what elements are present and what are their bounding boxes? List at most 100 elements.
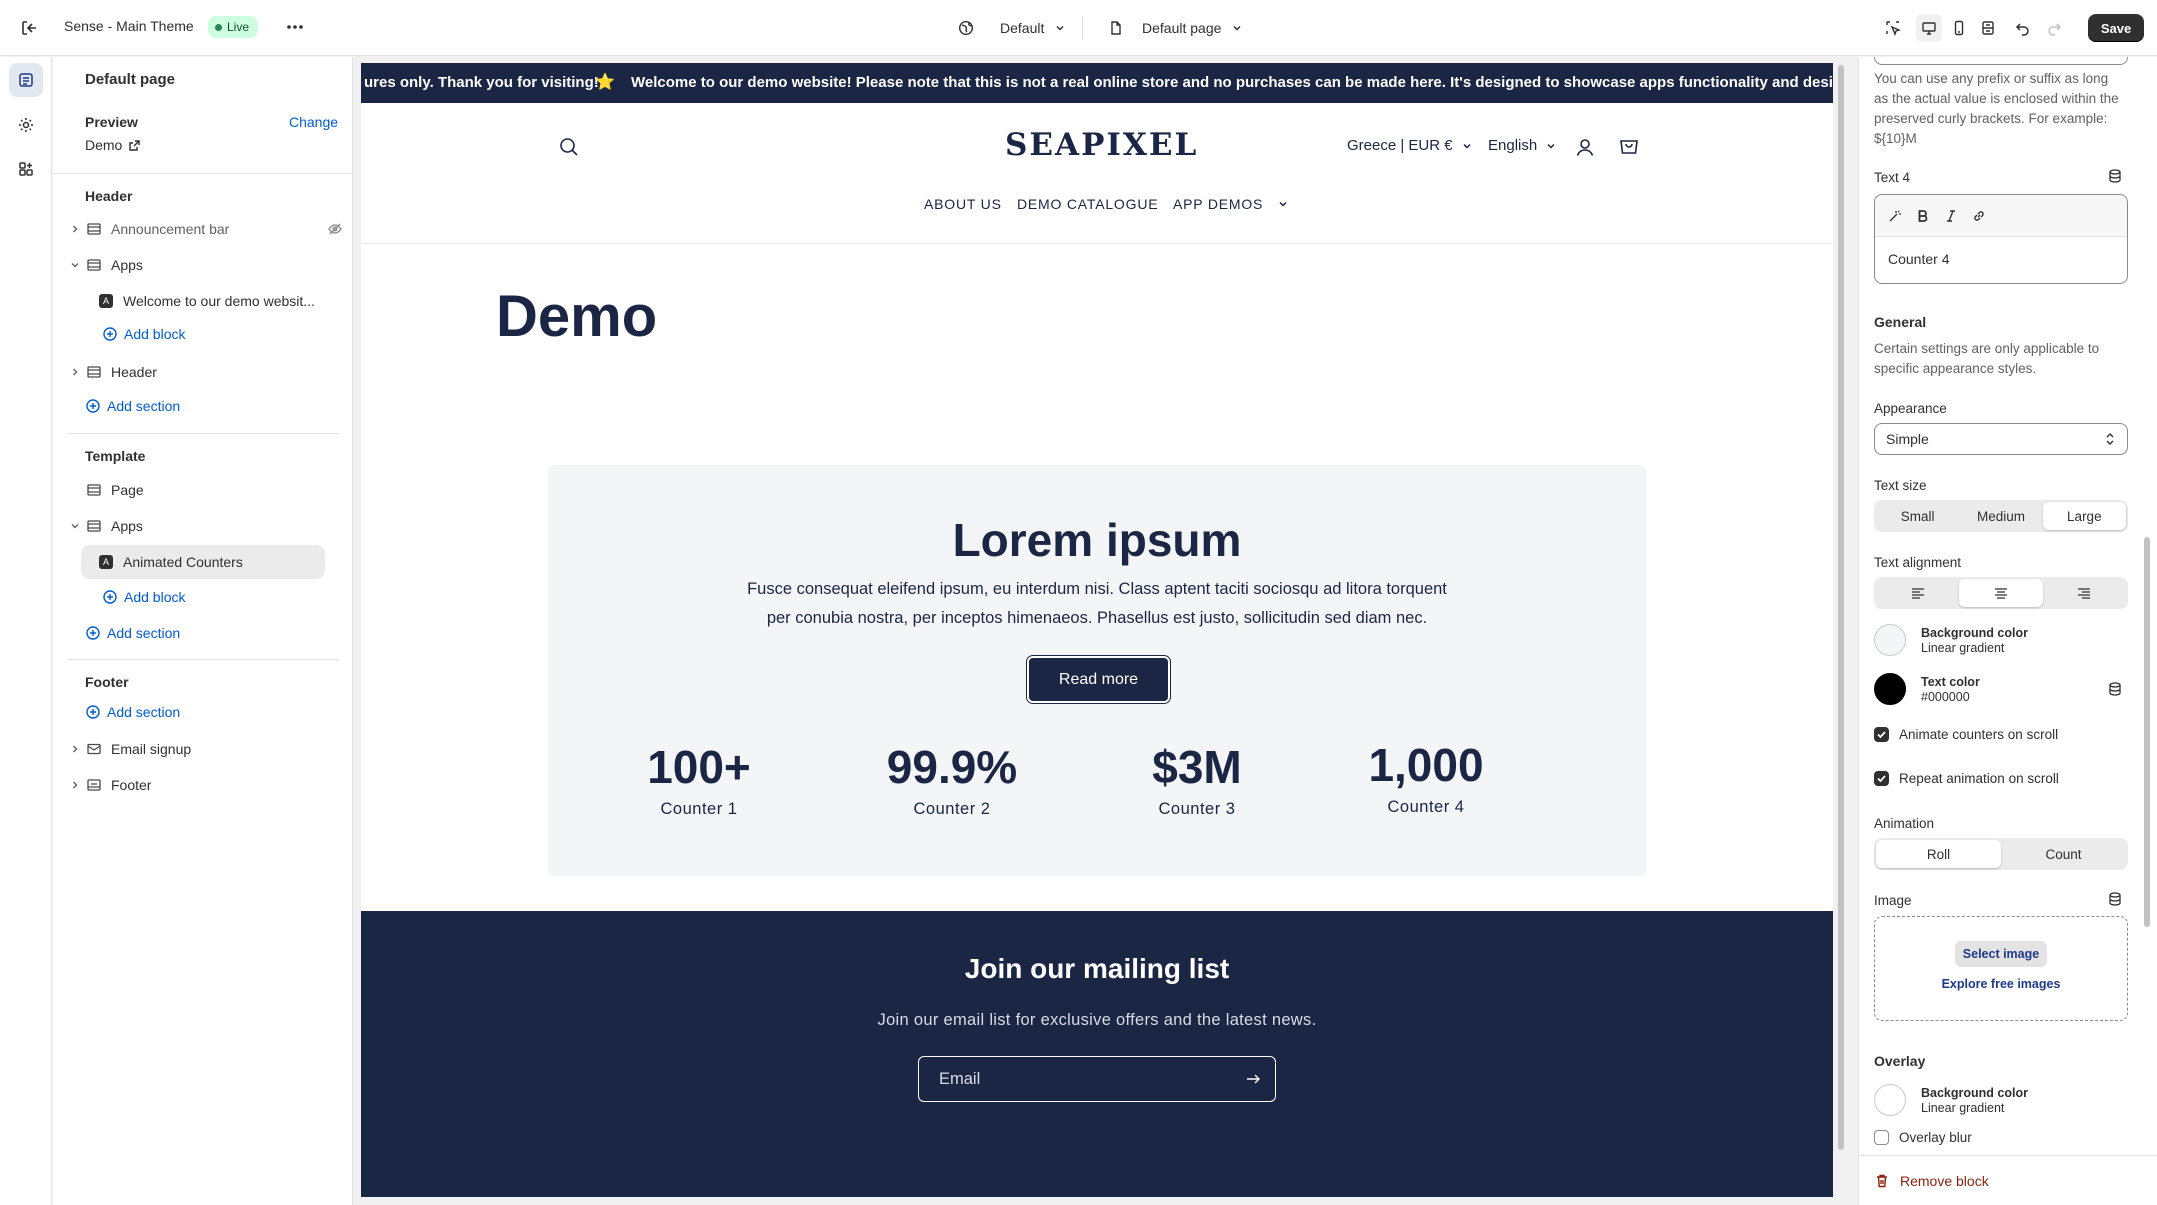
language-selector[interactable]: English (1488, 137, 1557, 154)
select-image-button[interactable]: Select image (1955, 941, 2047, 967)
chevron-right-icon[interactable] (67, 367, 83, 377)
link-icon[interactable] (1971, 208, 1987, 224)
announcement-bar[interactable]: ures only. Thank you for visiting! ⭐ Wel… (361, 63, 1833, 103)
account-icon[interactable] (1574, 136, 1596, 158)
chevron-right-icon[interactable] (67, 780, 83, 790)
redo-icon[interactable] (2041, 14, 2067, 42)
repeat-animation-checkbox[interactable]: Repeat animation on scroll (1874, 771, 2059, 786)
more-actions-icon[interactable] (284, 16, 306, 38)
text-4-value[interactable]: Counter 4 (1888, 251, 1949, 267)
counter-label: Counter 2 (913, 800, 991, 818)
sidebar-title: Default page (85, 71, 176, 88)
text-size-medium[interactable]: Medium (1959, 502, 2042, 530)
background-color-label: Background color Linear gradient (1921, 626, 2028, 656)
nav-app-demos-label: APP DEMOS (1173, 196, 1264, 212)
scrollbar-thumb[interactable] (1838, 65, 1844, 1150)
exit-icon[interactable] (18, 17, 40, 39)
text-size-small[interactable]: Small (1876, 502, 1959, 530)
apps-icon[interactable] (9, 152, 43, 186)
sidebar-item-email-signup[interactable]: Email signup (67, 732, 337, 766)
settings-scrollbar-thumb[interactable] (2144, 537, 2150, 927)
sidebar-item-apps-template[interactable]: Apps (67, 509, 337, 543)
theme-selector[interactable]: Default (958, 16, 1066, 40)
dynamic-source-icon[interactable] (2107, 681, 2123, 697)
text-size-large[interactable]: Large (2042, 502, 2126, 530)
animated-counters-block[interactable]: Lorem ipsum Fusce consequat eleifend ips… (548, 465, 1646, 876)
read-more-button[interactable]: Read more (1027, 656, 1170, 703)
divider (67, 659, 339, 660)
background-color-title: Background color (1921, 626, 2028, 640)
save-button[interactable]: Save (2088, 14, 2144, 42)
bold-icon[interactable] (1915, 208, 1931, 224)
add-section-button[interactable]: Add section (85, 704, 180, 720)
checkmark-icon[interactable] (1874, 771, 1889, 786)
page-selector[interactable]: Default page (1108, 16, 1243, 40)
chevron-down-icon[interactable] (67, 521, 83, 531)
remove-block-button[interactable]: Remove block (1859, 1155, 2157, 1205)
sidebar-item-footer[interactable]: Footer (67, 768, 337, 802)
preview-scrollbar[interactable] (1836, 63, 1846, 1197)
sidebar-item-page[interactable]: Page (67, 473, 337, 507)
chevron-down-icon[interactable] (67, 260, 83, 270)
chevron-right-icon[interactable] (67, 744, 83, 754)
undo-icon[interactable] (2010, 14, 2036, 42)
explore-images-link[interactable]: Explore free images (1875, 977, 2127, 991)
checkmark-icon[interactable] (1874, 727, 1889, 742)
dynamic-source-icon[interactable] (2107, 168, 2123, 184)
text-4-label: Text 4 (1874, 170, 1911, 185)
plus-circle-icon (86, 626, 100, 640)
sidebar-item-animated-counters[interactable]: A Animated Counters (81, 545, 325, 579)
sidebar-item-welcome-block[interactable]: A Welcome to our demo websit... (83, 284, 353, 318)
fullscreen-icon[interactable] (1975, 14, 2001, 42)
dynamic-source-icon[interactable] (2107, 891, 2123, 907)
country-selector[interactable]: Greece | EUR € (1347, 137, 1473, 154)
hidden-eye-icon[interactable] (327, 221, 343, 237)
text-color-swatch[interactable] (1874, 673, 1906, 705)
mobile-view-icon[interactable] (1946, 14, 1972, 42)
background-color-swatch[interactable] (1874, 624, 1906, 656)
settings-gear-icon[interactable] (9, 108, 43, 142)
editor-topbar: Sense - Main Theme Live Default Default … (0, 0, 2157, 56)
sidebar-item-header[interactable]: Header (67, 355, 337, 389)
add-section-button[interactable]: Add section (85, 398, 180, 414)
text-size-segmented: Small Medium Large (1874, 500, 2128, 532)
text-3-field[interactable] (1874, 57, 2128, 65)
overlay-background-swatch[interactable] (1874, 1084, 1906, 1116)
email-field[interactable]: Email (918, 1056, 1276, 1102)
email-signup-section: Join our mailing list Join our email lis… (361, 911, 1833, 1197)
preview-value[interactable]: Demo (85, 137, 141, 153)
store-logo[interactable]: SEAPIXEL (1005, 127, 1198, 163)
arrow-right-icon[interactable] (1245, 1071, 1261, 1087)
nav-about-us[interactable]: ABOUT US (924, 196, 1002, 212)
align-right-icon[interactable] (2043, 579, 2126, 607)
animation-roll[interactable]: Roll (1876, 840, 2001, 868)
change-preview-link[interactable]: Change (289, 114, 338, 130)
desktop-view-icon[interactable] (1916, 14, 1942, 42)
general-help-text: Certain settings are only applicable to … (1874, 339, 2099, 379)
italic-icon[interactable] (1943, 208, 1959, 224)
nav-demo-catalogue[interactable]: DEMO CATALOGUE (1017, 196, 1158, 212)
sidebar-item-announcement-bar[interactable]: Announcement bar (67, 212, 342, 246)
overlay-blur-checkbox[interactable]: Overlay blur (1874, 1130, 1972, 1145)
cart-icon[interactable] (1617, 135, 1641, 159)
add-block-button[interactable]: Add block (102, 326, 185, 342)
animate-on-scroll-checkbox[interactable]: Animate counters on scroll (1874, 727, 2058, 742)
align-center-icon[interactable] (1959, 579, 2043, 607)
divider (1082, 16, 1083, 40)
nav-app-demos[interactable]: APP DEMOS (1173, 196, 1289, 212)
chevron-right-icon[interactable] (67, 224, 83, 234)
align-left-icon[interactable] (1876, 579, 1959, 607)
search-icon[interactable] (558, 136, 580, 158)
text-4-rich-text-editor[interactable]: Counter 4 (1874, 194, 2128, 284)
checkbox-box[interactable] (1874, 1130, 1889, 1145)
inspector-icon[interactable] (1880, 14, 1906, 42)
magic-icon[interactable] (1887, 208, 1903, 224)
appearance-select[interactable]: Simple (1874, 423, 2128, 455)
sidebar-item-apps[interactable]: Apps (67, 248, 337, 282)
add-section-button[interactable]: Add section (85, 625, 180, 641)
footer-group-label: Footer (85, 674, 129, 690)
animation-count[interactable]: Count (2001, 840, 2126, 868)
sections-icon[interactable] (9, 63, 43, 97)
store-preview: ures only. Thank you for visiting! ⭐ Wel… (361, 63, 1833, 1197)
add-block-button[interactable]: Add block (102, 589, 185, 605)
